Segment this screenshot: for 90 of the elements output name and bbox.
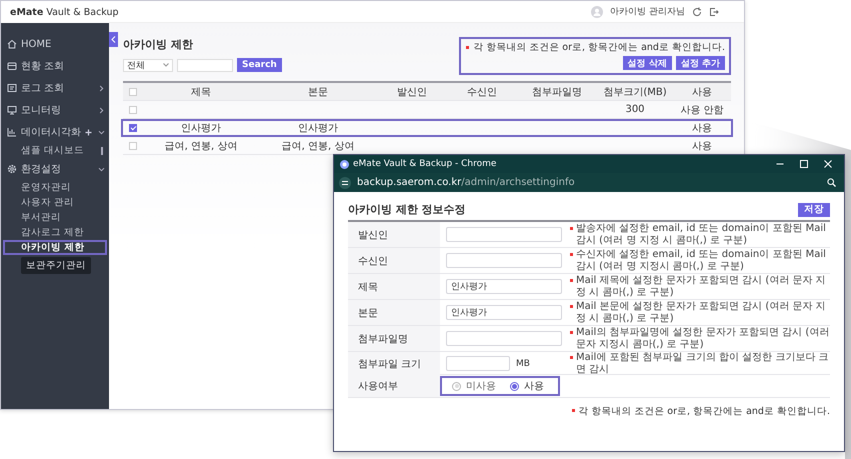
document-icon — [7, 83, 17, 93]
checkbox[interactable] — [129, 88, 137, 96]
table-cell-text: 사용 — [691, 140, 713, 152]
field-label: 본문 — [348, 300, 440, 325]
input-field[interactable]: 인사평가 — [446, 305, 562, 320]
hint-text: Mail 본문에 설정한 문자가 포함되면 감시 (여러 문자 지정 시 콤마(,) 로 구분) — [568, 301, 830, 324]
search-button[interactable]: Search — [237, 58, 282, 72]
table-cell-text: 사용 안함 — [679, 104, 725, 116]
sidebar-item[interactable]: HOME — [1, 33, 109, 55]
radio-button[interactable] — [510, 382, 519, 390]
hint-text: 발송자에 설정한 email, id 또는 domain이 포함된 Mail 감시 (여러 명 지정 시 콤마(,) 로 구분) — [568, 223, 830, 246]
tooltip: 보관주기관리 — [21, 257, 91, 274]
table-row[interactable]: 300 사용 안함 — [123, 101, 731, 119]
column-header: 첨부크기(MB) — [602, 86, 668, 98]
radio-button[interactable] — [452, 382, 461, 390]
collapse-button[interactable] — [109, 32, 118, 47]
maximize-icon — [800, 160, 808, 168]
column-header: 첨부파일명 — [531, 86, 583, 98]
notice-text: 각 항목내의 조건은 or로, 항목간에는 and로 확인합니다. — [465, 41, 725, 54]
sidebar-subitem[interactable]: 샘플 대시보드 — [1, 143, 109, 158]
table-cell-text: 급여, 연봉, 상여 — [280, 140, 356, 152]
unit-label: MB — [516, 358, 530, 368]
home-icon — [7, 39, 17, 49]
app-icon — [340, 160, 349, 168]
bar-chart-icon — [7, 127, 17, 137]
filter-dropdown[interactable]: 전체 — [123, 58, 173, 72]
table-row[interactable]: 인사평가 인사평가 사용 — [121, 119, 733, 137]
checkbox[interactable] — [129, 106, 137, 114]
sidebar-item[interactable]: 환경설정 — [1, 158, 109, 180]
input-field[interactable] — [446, 253, 562, 268]
table-cell-text: 인사평가 — [180, 122, 222, 135]
search-field[interactable] — [177, 58, 233, 72]
action-button[interactable]: 설정 삭제 — [622, 56, 672, 70]
sidebar-subitem[interactable]: 사용자 관리 — [1, 195, 109, 210]
sidebar-item[interactable]: 데이터시각화 — [1, 121, 109, 143]
sidebar-subitem[interactable]: 운영자관리 — [1, 180, 109, 195]
column-header: 사용 — [691, 86, 713, 98]
radio-option[interactable]: 미사용 — [452, 379, 496, 393]
plus-icon[interactable] — [85, 128, 92, 136]
user-name: 아카이빙 관리자님 — [610, 6, 685, 18]
site-settings-icon[interactable] — [339, 176, 351, 188]
gear-icon — [7, 164, 17, 174]
radio-option[interactable]: 사용 — [510, 379, 544, 393]
avatar-icon — [591, 6, 604, 18]
column-header: 수신인 — [466, 86, 498, 98]
field-label: 수신인 — [348, 248, 440, 273]
input-field[interactable] — [446, 331, 562, 346]
checkbox[interactable] — [129, 124, 137, 132]
app-logo-text: eMate Vault & Backup — [10, 6, 119, 18]
logout-icon[interactable] — [709, 6, 719, 16]
monitor-icon — [7, 105, 17, 115]
input-field[interactable]: 인사평가 — [446, 279, 562, 294]
table-cell-text: 300 — [624, 104, 646, 115]
hint-text: Mail에 포함된 첨부파일 크기의 합이 설정한 크기보다 크면 감시 — [568, 352, 830, 375]
sidebar-subitem[interactable]: 부서관리 — [1, 210, 109, 225]
column-header: 본문 — [307, 86, 329, 98]
window-title: eMate Vault & Backup - Chrome — [353, 159, 498, 169]
checkbox[interactable] — [129, 142, 137, 150]
hint-text: Mail의 첨부파일명에 설정한 문자가 포함되면 감시 (여러문자 지정시 콤마(,) 로 구분) — [568, 327, 830, 350]
sidebar-item[interactable]: 로그 조회 — [1, 77, 109, 99]
field-label: 제목 — [348, 274, 440, 299]
input-field[interactable] — [446, 227, 562, 242]
hint-text: 수신자에 설정한 email, id 또는 domain이 포함된 Mail 감시 (여러 명 지정시 콤마(,) 로 구분) — [568, 249, 830, 272]
sidebar-item[interactable]: 모니터링 — [1, 99, 109, 121]
page-title: 아카이빙 제한 — [123, 37, 194, 52]
input-field[interactable] — [446, 356, 510, 371]
save-button[interactable]: 저장 — [798, 202, 830, 216]
table-cell-text: 인사평가 — [297, 122, 339, 135]
sidebar-subitem[interactable]: 아카이빙 제한 — [3, 240, 107, 255]
url-text[interactable]: backup.saerom.co.kr/admin/archsettinginfo — [357, 177, 821, 188]
zoom-icon[interactable] — [827, 178, 836, 187]
sidebar-item[interactable]: 현황 조회 — [1, 55, 109, 77]
close-icon — [824, 160, 832, 168]
column-header: 제목 — [190, 86, 212, 98]
field-label: 첨부파일 크기 — [348, 352, 440, 375]
form-title: 아카이빙 제한 정보수정 — [348, 202, 466, 217]
table-cell-text: 급여, 연봉, 상여 — [164, 140, 238, 152]
field-label: 첨부파일명 — [348, 326, 440, 351]
column-header: 발신인 — [396, 86, 428, 98]
chevron-left-icon — [111, 36, 116, 43]
table-cell-text: 사용 — [691, 122, 713, 135]
field-label: 발신인 — [348, 222, 440, 247]
sidebar-subitem[interactable]: 감사로그 제한 — [1, 225, 109, 240]
hint-text: Mail 제목에 설정한 문자가 포함되면 감시 (여러 문자 지정 시 콤마(,) 로 구분) — [568, 275, 830, 298]
refresh-icon[interactable] — [692, 6, 702, 16]
caret-icon — [163, 63, 169, 67]
notice-text: 각 항목내의 조건은 or로, 항목간에는 and로 확인합니다. — [570, 405, 830, 418]
action-button[interactable]: 설정 추가 — [676, 56, 725, 70]
field-label: 사용여부 — [348, 375, 440, 397]
box-icon — [7, 61, 17, 71]
